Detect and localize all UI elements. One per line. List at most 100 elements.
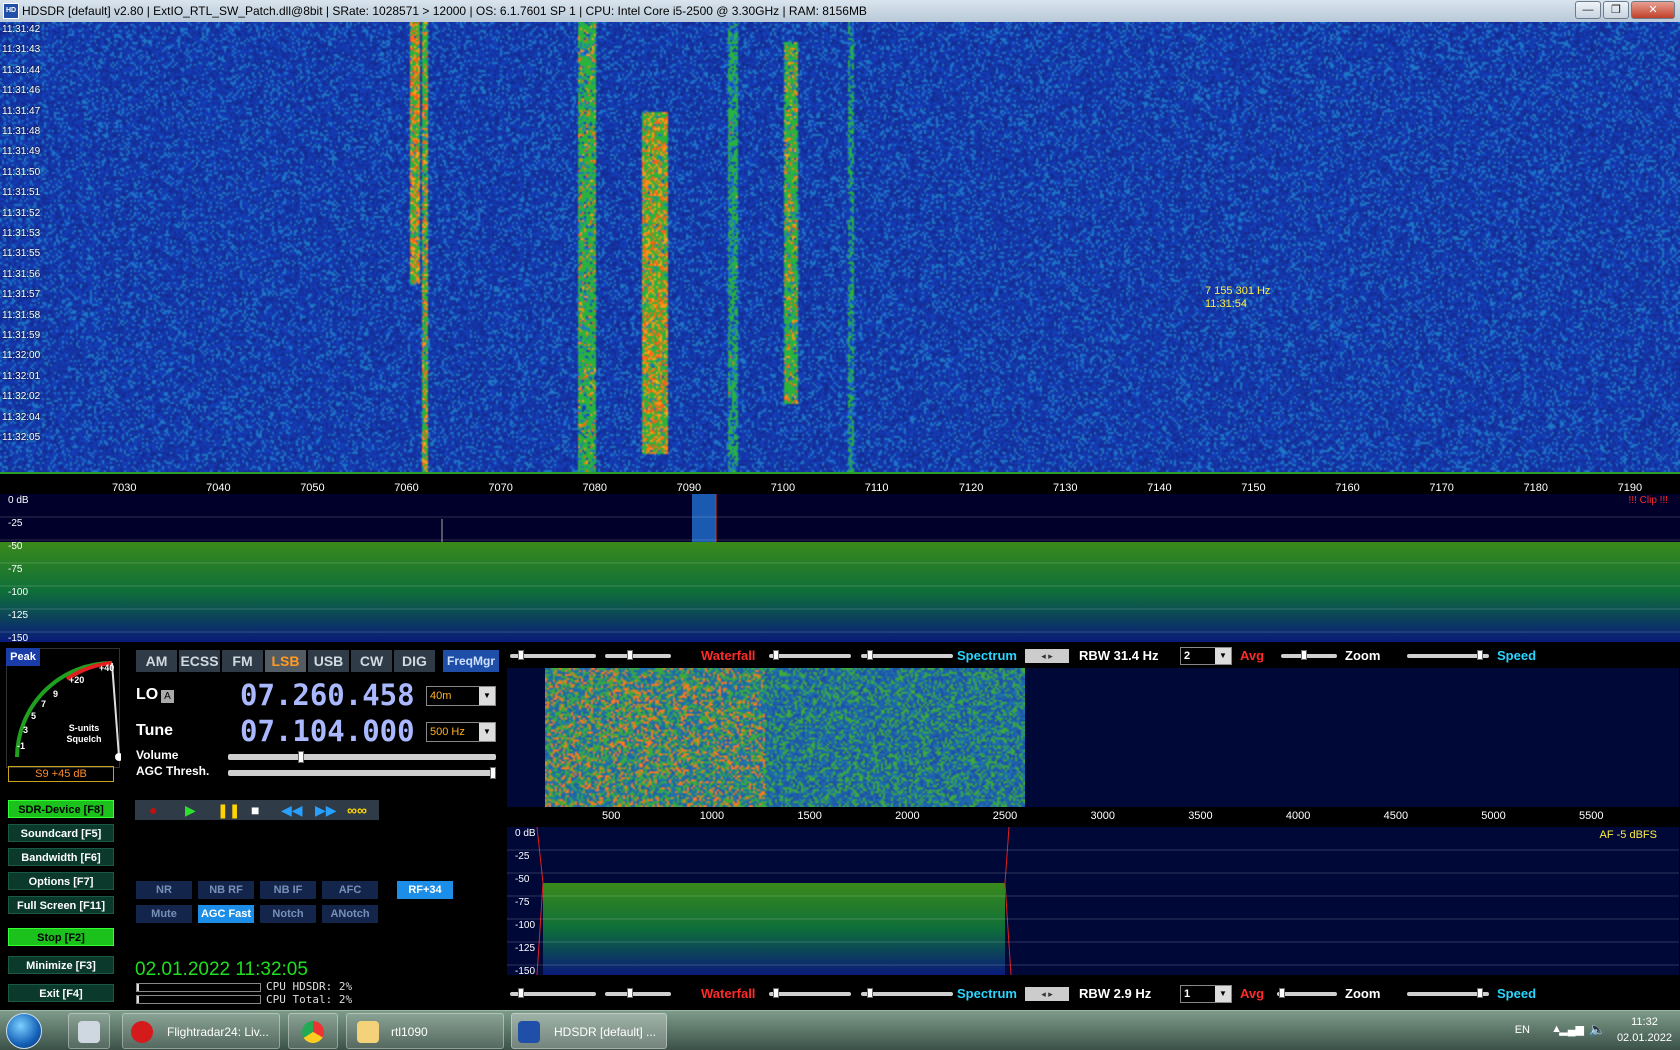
waterfall-slider-1[interactable] bbox=[510, 650, 596, 660]
tune-frequency[interactable]: 07.104.000 bbox=[240, 714, 415, 748]
db-label: -125 bbox=[8, 610, 29, 621]
rf-waterfall[interactable]: 11:31:42 11:31:43 11:31:44 11:31:46 11:31:47… bbox=[0, 22, 1680, 472]
af-waterfall-slider-2[interactable] bbox=[605, 988, 671, 998]
window-close-button[interactable]: ✕ bbox=[1631, 1, 1675, 19]
dsp-nb-rf-button[interactable]: NB RF bbox=[198, 881, 254, 899]
cpu-total-bar bbox=[136, 995, 261, 1004]
af-spectrum-plot bbox=[507, 827, 1679, 975]
pause-icon[interactable]: ❚❚ bbox=[217, 802, 240, 818]
mode-lsb-button[interactable]: LSB bbox=[265, 650, 306, 672]
mode-cw-button[interactable]: CW bbox=[351, 650, 392, 672]
taskbar-calculator[interactable] bbox=[68, 1013, 110, 1049]
af-scroll-arrows[interactable]: ◂ ▸ bbox=[1025, 987, 1069, 1001]
volume-slider-handle[interactable] bbox=[298, 751, 304, 763]
spectrum-slider-1[interactable] bbox=[769, 650, 851, 660]
af-waterfall-slider-1[interactable] bbox=[510, 988, 596, 998]
waterfall-slider-2[interactable] bbox=[605, 650, 671, 660]
dsp-mute-button[interactable]: Mute bbox=[136, 905, 192, 923]
cursor-readout: 7 155 301 Hz 11:31:54 bbox=[1205, 285, 1270, 311]
dsp-anotch-button[interactable]: ANotch bbox=[322, 905, 378, 923]
agc-slider-handle[interactable] bbox=[490, 767, 496, 779]
window-restore-button[interactable]: ❐ bbox=[1603, 1, 1629, 19]
network-icon[interactable]: ▂▄▆ bbox=[1559, 1023, 1584, 1036]
rf-spectrum[interactable]: 0 dB -25 -50 -75 -100 -125 -150 !!! Clip !!! bbox=[0, 494, 1680, 642]
fast-forward-icon[interactable]: ▶▶ bbox=[315, 802, 337, 818]
af-spectrum[interactable]: 0 dB -25 -50 -75 -100 -125 -150 AF -5 dBFS bbox=[507, 827, 1679, 975]
language-indicator[interactable]: EN bbox=[1515, 1024, 1530, 1036]
stop-button[interactable]: Stop [F2] bbox=[8, 928, 114, 946]
dsp-agc-fast-button[interactable]: AGC Fast bbox=[198, 905, 254, 923]
title-bar[interactable]: HD HDSDR [default] v2.80 | ExtIO_RTL_SW_… bbox=[0, 0, 1680, 22]
frequency-tick-label: 7060 bbox=[394, 482, 419, 494]
rf-gain-button[interactable]: RF+34 bbox=[397, 881, 453, 899]
af-speed-slider[interactable] bbox=[1407, 988, 1489, 998]
options-button[interactable]: Options [F7] bbox=[8, 872, 114, 890]
mode-ecss-button[interactable]: ECSS bbox=[179, 650, 220, 672]
time-label: 11:32:05 bbox=[2, 432, 41, 443]
mode-fm-button[interactable]: FM bbox=[222, 650, 263, 672]
time-label: 11:31:58 bbox=[2, 309, 41, 321]
taskbar-opera[interactable]: Flightradar24: Liv... bbox=[122, 1013, 280, 1049]
peak-button[interactable]: Peak bbox=[6, 648, 40, 666]
exit-button[interactable]: Exit [F4] bbox=[8, 984, 114, 1002]
db-label: -50 bbox=[8, 541, 23, 552]
zoom-slider[interactable] bbox=[1281, 650, 1337, 660]
band-select[interactable]: 40m ▼ bbox=[426, 686, 496, 706]
rf-waterfall-label: Waterfall bbox=[701, 648, 756, 663]
stop-icon[interactable]: ■ bbox=[251, 802, 259, 818]
af-rbw-label: RBW 2.9 Hz bbox=[1079, 986, 1152, 1001]
af-avg-select[interactable]: 1 ▼ bbox=[1180, 985, 1232, 1003]
record-icon[interactable]: ● bbox=[149, 802, 157, 818]
af-spectrum-slider-1[interactable] bbox=[769, 988, 851, 998]
frequency-axis[interactable]: 7030 7040 7050 7060 7070 7080 7090 7100 7110 7120… bbox=[0, 472, 1680, 494]
af-frequency-axis[interactable]: 500 1000 1500 2000 2500 3000 3500 4000 4500 5000 5… bbox=[507, 807, 1679, 827]
lo-a-badge[interactable]: A bbox=[161, 690, 174, 703]
af-tick-label: 3500 bbox=[1188, 810, 1213, 822]
bandwidth-button[interactable]: Bandwidth [F6] bbox=[8, 848, 114, 866]
freqmgr-button[interactable]: FreqMgr bbox=[443, 650, 499, 672]
time-label: 11:31:44 bbox=[2, 64, 41, 76]
mode-usb-button[interactable]: USB bbox=[308, 650, 349, 672]
lo-frequency[interactable]: 07.260.458 bbox=[240, 678, 415, 712]
spectrum-slider-2[interactable] bbox=[861, 650, 953, 660]
s-meter-scale-label: 7 bbox=[41, 699, 47, 709]
s-meter-scale-label: -1 bbox=[17, 741, 26, 751]
af-zoom-slider[interactable] bbox=[1277, 988, 1337, 998]
volume-slider[interactable] bbox=[228, 751, 496, 763]
dsp-nr-button[interactable]: NR bbox=[136, 881, 192, 899]
rf-avg-select[interactable]: 2 ▼ bbox=[1180, 647, 1232, 665]
af-zoom-label: Zoom bbox=[1345, 986, 1381, 1001]
play-icon[interactable]: ▶ bbox=[185, 802, 196, 818]
dsp-notch-button[interactable]: Notch bbox=[260, 905, 316, 923]
soundcard-button[interactable]: Soundcard [F5] bbox=[8, 824, 114, 842]
sdr-device-button[interactable]: SDR-Device [F8] bbox=[8, 800, 114, 818]
rewind-icon[interactable]: ◀◀ bbox=[281, 802, 303, 818]
dsp-afc-button[interactable]: AFC bbox=[322, 881, 378, 899]
af-tick-label: 3000 bbox=[1090, 810, 1115, 822]
mode-dig-button[interactable]: DIG bbox=[394, 650, 435, 672]
af-tick-label: 5000 bbox=[1481, 810, 1506, 822]
speed-slider[interactable] bbox=[1407, 650, 1489, 660]
start-button[interactable] bbox=[6, 1013, 42, 1049]
spectrum-scroll-arrows[interactable]: ◂ ▸ bbox=[1025, 649, 1069, 663]
volume-icon[interactable]: 🔈 bbox=[1589, 1021, 1606, 1038]
af-level-readout: AF -5 dBFS bbox=[1599, 829, 1657, 841]
folder-icon bbox=[357, 1021, 379, 1043]
taskbar-clock[interactable]: 11:32 02.01.2022 bbox=[1617, 1014, 1672, 1046]
mode-am-button[interactable]: AM bbox=[136, 650, 177, 672]
taskbar-hdsdr[interactable]: HDSDR [default] ... bbox=[511, 1013, 667, 1049]
af-waterfall[interactable] bbox=[507, 668, 1679, 807]
taskbar-chrome[interactable] bbox=[288, 1013, 338, 1049]
app-icon: HD bbox=[3, 3, 19, 19]
af-spectrum-slider-2[interactable] bbox=[861, 988, 953, 998]
loop-icon[interactable]: ∞∞ bbox=[347, 802, 367, 818]
af-tick-label: 1000 bbox=[699, 810, 725, 822]
agc-thresh-slider[interactable] bbox=[228, 767, 496, 779]
taskbar-folder-rtl1090[interactable]: rtl1090 bbox=[346, 1013, 504, 1049]
step-select[interactable]: 500 Hz ▼ bbox=[426, 722, 496, 742]
window-minimize-button[interactable]: — bbox=[1575, 1, 1601, 19]
dsp-nb-if-button[interactable]: NB IF bbox=[260, 881, 316, 899]
minimize-button[interactable]: Minimize [F3] bbox=[8, 956, 114, 974]
fullscreen-button[interactable]: Full Screen [F11] bbox=[8, 896, 114, 914]
s-meter[interactable]: -1 3 5 7 9 +20 +40 S-units Squelch bbox=[6, 648, 121, 768]
